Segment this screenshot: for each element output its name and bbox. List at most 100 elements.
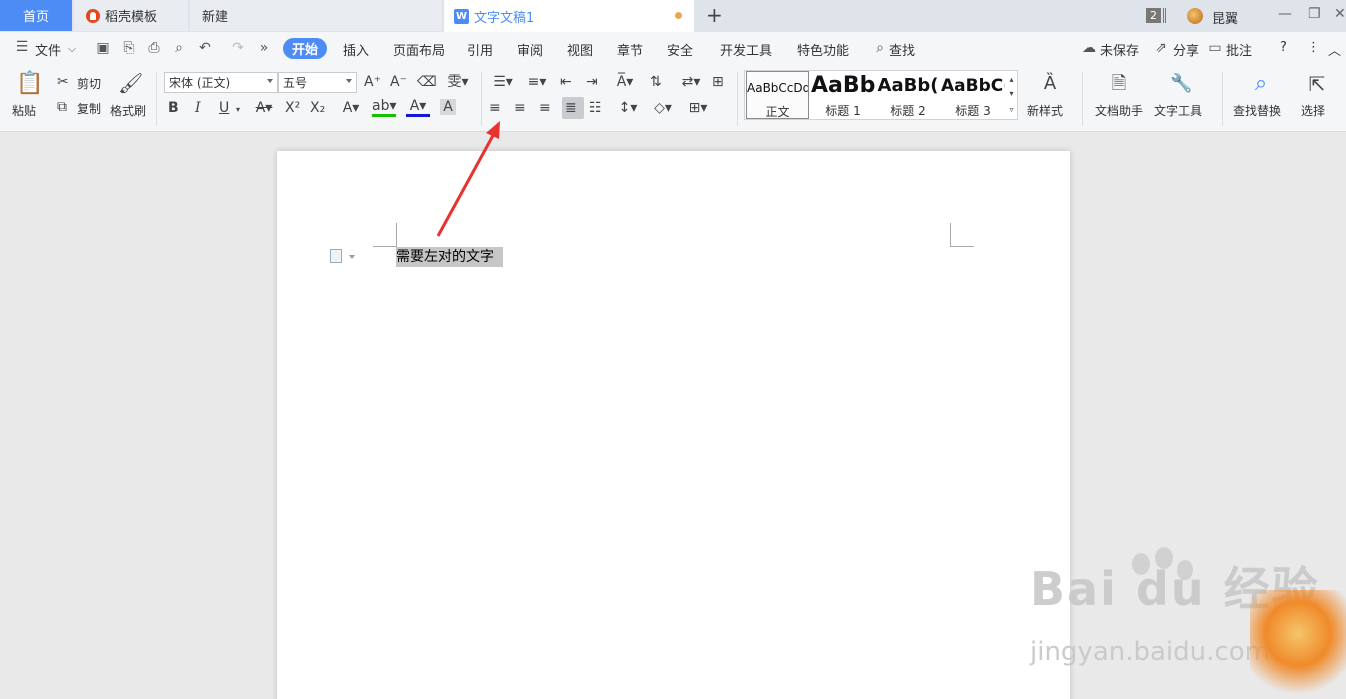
sidebar-toggle-icon[interactable] [1163,8,1166,23]
comment-button[interactable]: 批注 [1226,40,1252,59]
doc-assistant-icon[interactable]: 🗎 [1108,72,1130,96]
tab-page-layout[interactable]: 页面布局 [393,40,445,59]
tab-special-features[interactable]: 特色功能 [797,40,849,59]
style-heading-1[interactable]: AaBb 标题 1 [811,71,875,119]
distributed-align-icon[interactable]: ☷ [589,100,602,116]
grow-font-icon[interactable]: A⁺ [364,74,381,90]
restore-button[interactable]: ❐ [1308,6,1321,22]
underline-button[interactable]: U [219,100,229,116]
more-quick-access-button[interactable]: » [256,41,272,56]
find-replace-button[interactable]: 查找替换 [1233,102,1281,119]
tab-references[interactable]: 引用 [467,40,493,59]
format-painter-icon[interactable]: 🖌 [118,71,143,95]
chevron-down-icon[interactable]: ▾ [236,102,240,118]
char-shading-icon[interactable]: A [440,99,456,115]
scissors-icon[interactable]: ✂ [57,74,69,90]
tab-review[interactable]: 审阅 [517,40,543,59]
chinese-layout-icon[interactable]: A̅▾ [612,74,638,90]
close-button[interactable]: ✕ [1334,6,1346,22]
gallery-expand-icon[interactable]: ▿ [1006,103,1017,117]
subscript-icon[interactable]: X₂ [310,100,325,116]
style-heading-3[interactable]: AaBbC( 标题 3 [941,71,1005,119]
numbered-list-icon[interactable]: ≡▾ [524,74,550,90]
more-options-button[interactable]: ⋮ [1307,40,1320,55]
select-button[interactable]: 选择 [1301,102,1325,119]
bullet-list-icon[interactable]: ☰▾ [490,74,516,90]
avatar[interactable] [1187,8,1203,24]
style-normal[interactable]: AaBbCcDd 正文 [746,71,809,119]
hamburger-menu-icon[interactable]: ☰ [14,40,30,55]
collapse-ribbon-button[interactable]: ︿ [1328,40,1341,59]
unsaved-status[interactable]: 未保存 [1100,40,1139,59]
bold-button[interactable]: B [168,100,179,116]
selected-text[interactable]: 需要左对的文字 [396,247,503,267]
strikethrough-icon[interactable]: A▾ [252,100,276,116]
new-style-icon[interactable]: Ȁ [1038,72,1062,96]
tab-developer-tools[interactable]: 开发工具 [720,40,772,59]
table-layout-icon[interactable]: ⊞ [712,74,724,90]
font-size-select[interactable]: 五号 [278,72,357,93]
font-color-icon[interactable]: A▾ [406,98,430,117]
save-icon[interactable]: ▣ [95,41,111,56]
show-hide-marks-icon[interactable]: ⇄▾ [678,74,704,90]
window-count-badge[interactable]: 2 [1146,8,1161,23]
format-painter-button[interactable]: 格式刷 [110,102,146,119]
search-icon[interactable]: ⌕ [872,41,888,56]
tab-home[interactable]: 首页 [0,0,72,31]
sort-icon[interactable]: ⇅ [650,74,662,90]
chevron-down-icon[interactable]: ⌵ [64,41,80,56]
output-pdf-icon[interactable]: ⎘ [121,41,137,56]
tab-chapter[interactable]: 章节 [617,40,643,59]
justify-icon[interactable]: ≣ [565,100,577,116]
cut-button[interactable]: 剪切 [77,75,101,92]
paste-button[interactable]: 粘贴 [12,102,36,119]
clear-format-icon[interactable]: ⌫ [417,74,437,90]
superscript-icon[interactable]: X² [285,100,300,116]
increase-indent-icon[interactable]: ⇥ [586,74,598,90]
redo-icon[interactable]: ↷ [230,41,246,56]
find-menu[interactable]: 查找 [889,40,915,59]
copy-icon[interactable]: ⧉ [57,99,67,115]
italic-button[interactable]: I [195,100,201,116]
file-menu[interactable]: 文件 [35,40,61,59]
share-button[interactable]: 分享 [1173,40,1199,59]
select-cursor-icon[interactable]: ⇱ [1306,72,1328,96]
decrease-indent-icon[interactable]: ⇤ [560,74,572,90]
copy-button[interactable]: 复制 [77,100,101,117]
minimize-button[interactable]: — [1278,6,1292,22]
tab-new[interactable]: 新建 [190,0,442,31]
tab-insert[interactable]: 插入 [343,40,369,59]
help-button[interactable]: ? [1280,40,1287,55]
find-replace-icon[interactable]: ⌕ [1249,72,1273,96]
borders-icon[interactable]: ⊞▾ [685,100,711,116]
text-tools-button[interactable]: 文字工具 [1154,102,1202,119]
style-heading-2[interactable]: AaBb( 标题 2 [876,71,940,119]
shrink-font-icon[interactable]: A⁻ [390,74,407,90]
new-style-button[interactable]: 新样式 [1027,102,1063,119]
highlight-icon[interactable]: ab▾ [372,98,397,117]
tab-document[interactable]: W 文字文稿1 [444,0,694,32]
undo-icon[interactable]: ↶ [197,41,213,56]
text-effect-icon[interactable]: A▾ [339,100,363,116]
document-page[interactable]: 需要左对的文字 [277,151,1070,699]
tab-security[interactable]: 安全 [667,40,693,59]
paragraph-layout-icon[interactable] [330,249,342,263]
line-spacing-icon[interactable]: ↕▾ [615,100,641,116]
pinyin-guide-icon[interactable]: 雯▾ [444,74,472,90]
gallery-scroll-up-icon[interactable]: ▴ [1006,73,1017,87]
align-left-icon[interactable]: ≡ [489,100,501,116]
add-tab-button[interactable]: + [706,4,723,26]
font-name-select[interactable]: 宋体 (正文) [164,72,278,93]
username[interactable]: 昆翼 [1212,8,1238,27]
chevron-down-icon[interactable] [349,255,355,259]
doc-assistant-button[interactable]: 文档助手 [1095,102,1143,119]
align-center-icon[interactable]: ≡ [514,100,526,116]
align-right-icon[interactable]: ≡ [539,100,551,116]
tab-view[interactable]: 视图 [567,40,593,59]
wrench-icon[interactable]: 🔧 [1170,72,1192,96]
tab-start[interactable]: 开始 [283,38,327,59]
paste-icon[interactable]: 📋 [16,72,43,96]
shading-icon[interactable]: ◇▾ [650,100,676,116]
print-preview-icon[interactable]: ⌕ [171,41,187,56]
print-icon[interactable]: ⎙ [146,41,162,56]
